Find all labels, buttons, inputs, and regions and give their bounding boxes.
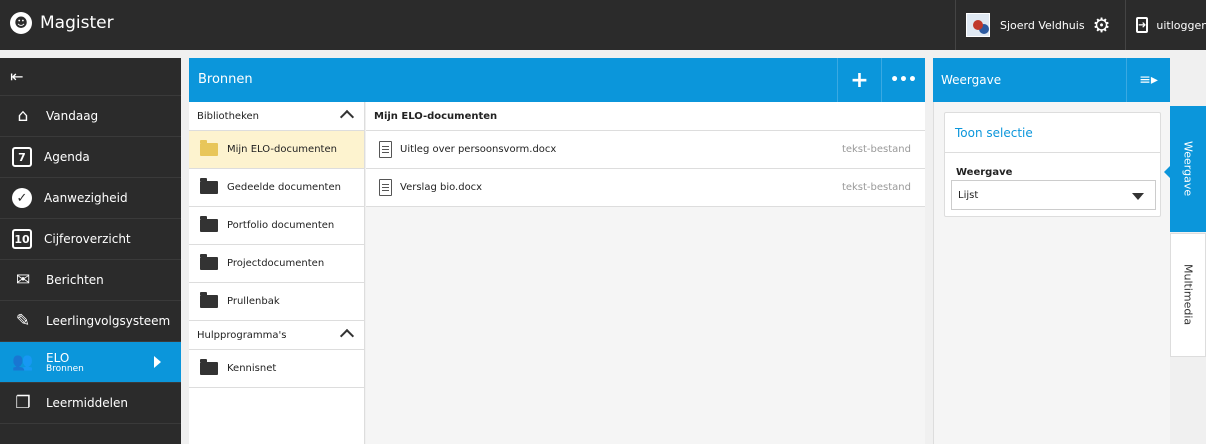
sidebar-item-label: ELO Bronnen — [46, 351, 84, 374]
sidebar-item-label: Vandaag — [46, 109, 99, 123]
library-item-label: Gedeelde documenten — [227, 182, 341, 193]
library-item-label: Mijn ELO-documenten — [227, 144, 337, 155]
chevron-up-icon[interactable] — [339, 109, 355, 125]
library-item-kennisnet[interactable]: Kennisnet — [189, 350, 364, 388]
magister-logo-icon: ☻ — [10, 12, 32, 34]
tools-heading: Hulpprogramma's — [197, 329, 287, 341]
folder-icon — [200, 216, 218, 232]
documents-pane: Mijn ELO-documenten Uitleg over persoons… — [366, 102, 925, 444]
view-panel-header: Weergave ≡▸ — [933, 58, 1170, 102]
sidebar-item-label: Aanwezigheid — [44, 191, 128, 205]
library-item-label: Projectdocumenten — [227, 258, 325, 269]
caret-down-icon — [1132, 193, 1144, 200]
library-item-label: Kennisnet — [227, 363, 277, 374]
sidebar-item-label: Leermiddelen — [46, 396, 128, 410]
libraries-section-header[interactable]: Bibliotheken — [189, 102, 364, 131]
side-tabs: Weergave Multimedia — [1164, 106, 1206, 382]
document-name: Uitleg over persoonsvorm.docx — [400, 144, 557, 155]
logout-icon: ➜ — [1136, 17, 1149, 33]
chevron-right-icon — [154, 356, 161, 368]
library-item-label: Portfolio documenten — [227, 220, 335, 231]
collapse-sidebar-button[interactable]: ⇤ — [0, 58, 181, 96]
sidebar: ⇤ ⌂ Vandaag 7 Agenda ✓ Aanwezigheid 10 C… — [0, 58, 181, 444]
document-row[interactable]: Verslag bio.docx tekst-bestand — [366, 169, 925, 207]
check-circle-icon: ✓ — [12, 188, 32, 208]
user-menu[interactable]: Sjoerd Veldhuis ⚙ — [955, 0, 1115, 50]
view-panel-title: Weergave — [941, 73, 1002, 87]
library-item-prullenbak[interactable]: Prullenbak — [189, 283, 364, 321]
sidebar-item-leermiddelen[interactable]: ❐ Leermiddelen — [0, 383, 181, 424]
sidebar-item-title: ELO — [46, 350, 70, 365]
libraries-heading: Bibliotheken — [197, 110, 259, 122]
library-item-portfolio-documenten[interactable]: Portfolio documenten — [189, 207, 364, 245]
user-name: Sjoerd Veldhuis — [1000, 18, 1085, 32]
add-button[interactable]: + — [837, 58, 881, 102]
documents-heading: Mijn ELO-documenten — [366, 102, 925, 131]
library-item-mijn-elo-documenten[interactable]: Mijn ELO-documenten — [189, 131, 364, 169]
envelope-icon: ✉ — [15, 270, 31, 290]
sidebar-item-sublabel: Bronnen — [46, 363, 84, 374]
library-item-gedeelde-documenten[interactable]: Gedeelde documenten — [189, 169, 364, 207]
view-field-label: Weergave — [956, 167, 1013, 178]
gear-icon[interactable]: ⚙ — [1093, 13, 1111, 37]
library-item-projectdocumenten[interactable]: Projectdocumenten — [189, 245, 364, 283]
avatar — [966, 13, 990, 37]
folder-icon — [200, 359, 218, 375]
collapse-menu-icon: ⇤ — [10, 67, 24, 86]
chevron-up-icon[interactable] — [339, 328, 355, 344]
top-bar: ☻ Magister Sjoerd Veldhuis ⚙ ➜ uitloggen — [0, 0, 1206, 50]
users-icon: 👥 — [12, 352, 34, 372]
folder-icon — [200, 140, 218, 156]
tab-weergave[interactable]: Weergave — [1164, 106, 1206, 232]
view-settings-card: Toon selectie Weergave Lijst — [944, 112, 1161, 217]
collapse-panel-icon: ≡▸ — [1139, 72, 1158, 88]
sidebar-item-label: Cijferoverzicht — [44, 232, 131, 246]
more-icon: ••• — [890, 72, 917, 88]
tab-label: Multimedia — [1181, 264, 1195, 326]
sidebar-item-elo[interactable]: 👥 ELO Bronnen — [0, 342, 181, 383]
tab-multimedia[interactable]: Multimedia — [1170, 233, 1206, 357]
main-header: Bronnen + ••• — [189, 58, 925, 102]
sidebar-item-berichten[interactable]: ✉ Berichten — [0, 260, 181, 301]
sidebar-item-label: Agenda — [44, 150, 90, 164]
sidebar-item-cijferoverzicht[interactable]: 10 Cijferoverzicht — [0, 219, 181, 260]
document-icon — [379, 179, 392, 196]
library-pane: Bibliotheken Mijn ELO-documenten Gedeeld… — [189, 102, 365, 444]
tab-label: Weergave — [1181, 141, 1195, 197]
logout-label: uitloggen — [1156, 18, 1206, 32]
library-item-label: Prullenbak — [227, 296, 280, 307]
sidebar-item-vandaag[interactable]: ⌂ Vandaag — [0, 96, 181, 137]
calendar-icon: 7 — [12, 147, 32, 167]
document-name: Verslag bio.docx — [400, 182, 483, 193]
document-icon — [379, 141, 392, 158]
page-title: Bronnen — [198, 72, 253, 87]
notebook-icon: ✎ — [15, 311, 31, 331]
folder-icon — [200, 292, 218, 308]
sidebar-item-aanwezigheid[interactable]: ✓ Aanwezigheid — [0, 178, 181, 219]
folder-icon — [200, 178, 218, 194]
document-type: tekst-bestand — [841, 182, 911, 193]
tools-section-header[interactable]: Hulpprogramma's — [189, 321, 364, 350]
sidebar-item-label: Leerlingvolgsysteem — [46, 314, 171, 328]
show-selection-title[interactable]: Toon selectie — [945, 113, 1160, 153]
more-options-button[interactable]: ••• — [881, 58, 925, 102]
document-row[interactable]: Uitleg over persoonsvorm.docx tekst-best… — [366, 131, 925, 169]
view-select-value: Lijst — [958, 189, 979, 201]
books-icon: ❐ — [15, 393, 31, 413]
grades-icon: 10 — [12, 229, 32, 249]
view-panel: Toon selectie Weergave Lijst — [933, 102, 1170, 444]
sidebar-item-agenda[interactable]: 7 Agenda — [0, 137, 181, 178]
sidebar-item-leerlingvolgsysteem[interactable]: ✎ Leerlingvolgsysteem — [0, 301, 181, 342]
brand[interactable]: ☻ Magister — [10, 12, 114, 34]
sidebar-item-label: Berichten — [46, 273, 104, 287]
home-icon: ⌂ — [17, 106, 29, 126]
view-select[interactable]: Lijst — [951, 180, 1156, 210]
plus-icon: + — [850, 67, 869, 93]
document-type: tekst-bestand — [841, 144, 911, 155]
logout-button[interactable]: ➜ uitloggen — [1125, 0, 1206, 50]
collapse-view-panel-button[interactable]: ≡▸ — [1126, 58, 1170, 102]
app-name: Magister — [40, 13, 114, 33]
folder-icon — [200, 254, 218, 270]
